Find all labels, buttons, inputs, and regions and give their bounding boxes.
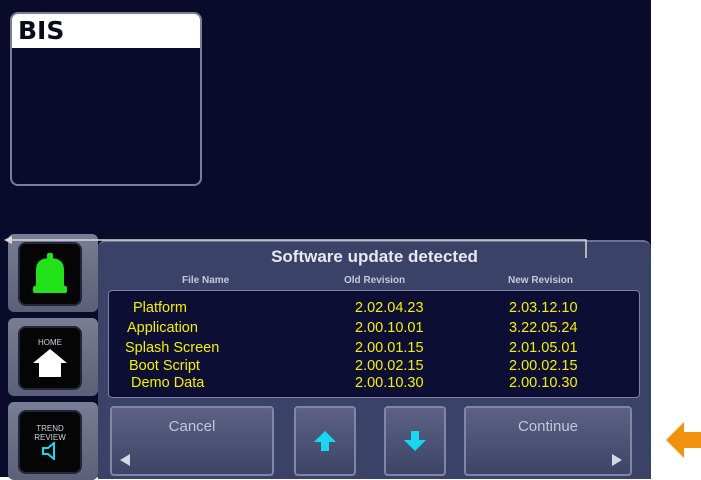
triangle-right-icon — [612, 454, 622, 466]
arrow-up-icon — [314, 431, 336, 451]
arrow-down-icon — [404, 431, 426, 451]
alarm-button[interactable] — [8, 234, 98, 312]
continue-label: Continue — [517, 418, 579, 435]
home-label: HOME — [38, 337, 62, 347]
table-row: Platform 2.02.04.23 2.03.12.10 — [109, 300, 639, 316]
file-name: Application — [127, 320, 198, 336]
dialog-title: Software update detected — [271, 247, 478, 266]
trend-review-button-face: TREND REVIEW — [18, 410, 82, 474]
continue-button[interactable]: Continue — [464, 406, 632, 476]
triangle-left-icon — [120, 454, 130, 466]
scroll-down-button[interactable] — [384, 406, 446, 476]
table-row: Splash Screen 2.00.01.15 2.01.05.01 — [109, 340, 639, 356]
monitor-screen: BIS HOME TREND REVIEW Software update de… — [0, 0, 651, 480]
column-header-old: Old Revision — [344, 275, 406, 286]
cancel-button[interactable]: Cancel — [110, 406, 274, 476]
file-name: Demo Data — [131, 375, 205, 391]
table-row: Boot Script 2.00.02.15 2.00.02.15 — [109, 358, 639, 374]
file-revision-table: Platform 2.02.04.23 2.03.12.10 Applicati… — [108, 290, 640, 398]
trend-label-line2: REVIEW — [34, 433, 66, 442]
scroll-up-button[interactable] — [294, 406, 356, 476]
old-revision: 2.00.01.15 — [355, 340, 424, 356]
home-button[interactable]: HOME — [8, 318, 98, 396]
table-row: Demo Data 2.00.10.30 2.00.10.30 — [109, 375, 639, 391]
home-button-face: HOME — [18, 326, 82, 390]
old-revision: 2.00.10.01 — [355, 320, 424, 336]
software-update-dialog: Software update detected File Name Old R… — [98, 240, 651, 479]
bis-panel: BIS — [10, 12, 202, 186]
house-icon — [33, 348, 67, 377]
file-name: Platform — [133, 300, 187, 316]
trend-label-line1: TREND — [36, 424, 64, 433]
new-revision: 2.03.12.10 — [509, 300, 578, 316]
new-revision: 2.00.10.30 — [509, 375, 578, 391]
cancel-label: Cancel — [168, 418, 216, 435]
trend-review-button[interactable]: TREND REVIEW — [8, 402, 98, 480]
new-revision: 2.00.02.15 — [509, 358, 578, 374]
file-name: Splash Screen — [125, 340, 220, 356]
arrow-left-icon — [666, 422, 701, 458]
column-header-file: File Name — [182, 275, 230, 286]
old-revision: 2.02.04.23 — [355, 300, 424, 316]
alarm-button-face — [18, 242, 82, 306]
table-row: Application 2.00.10.01 3.22.05.24 — [109, 320, 639, 336]
speaker-icon — [42, 442, 55, 460]
new-revision: 2.01.05.01 — [509, 340, 578, 356]
old-revision: 2.00.02.15 — [355, 358, 424, 374]
bell-icon — [33, 253, 67, 293]
file-name: Boot Script — [129, 358, 200, 374]
column-header-new: New Revision — [508, 275, 574, 286]
new-revision: 3.22.05.24 — [509, 320, 578, 336]
old-revision: 2.00.10.30 — [355, 375, 424, 391]
bis-title: BIS — [12, 14, 200, 48]
